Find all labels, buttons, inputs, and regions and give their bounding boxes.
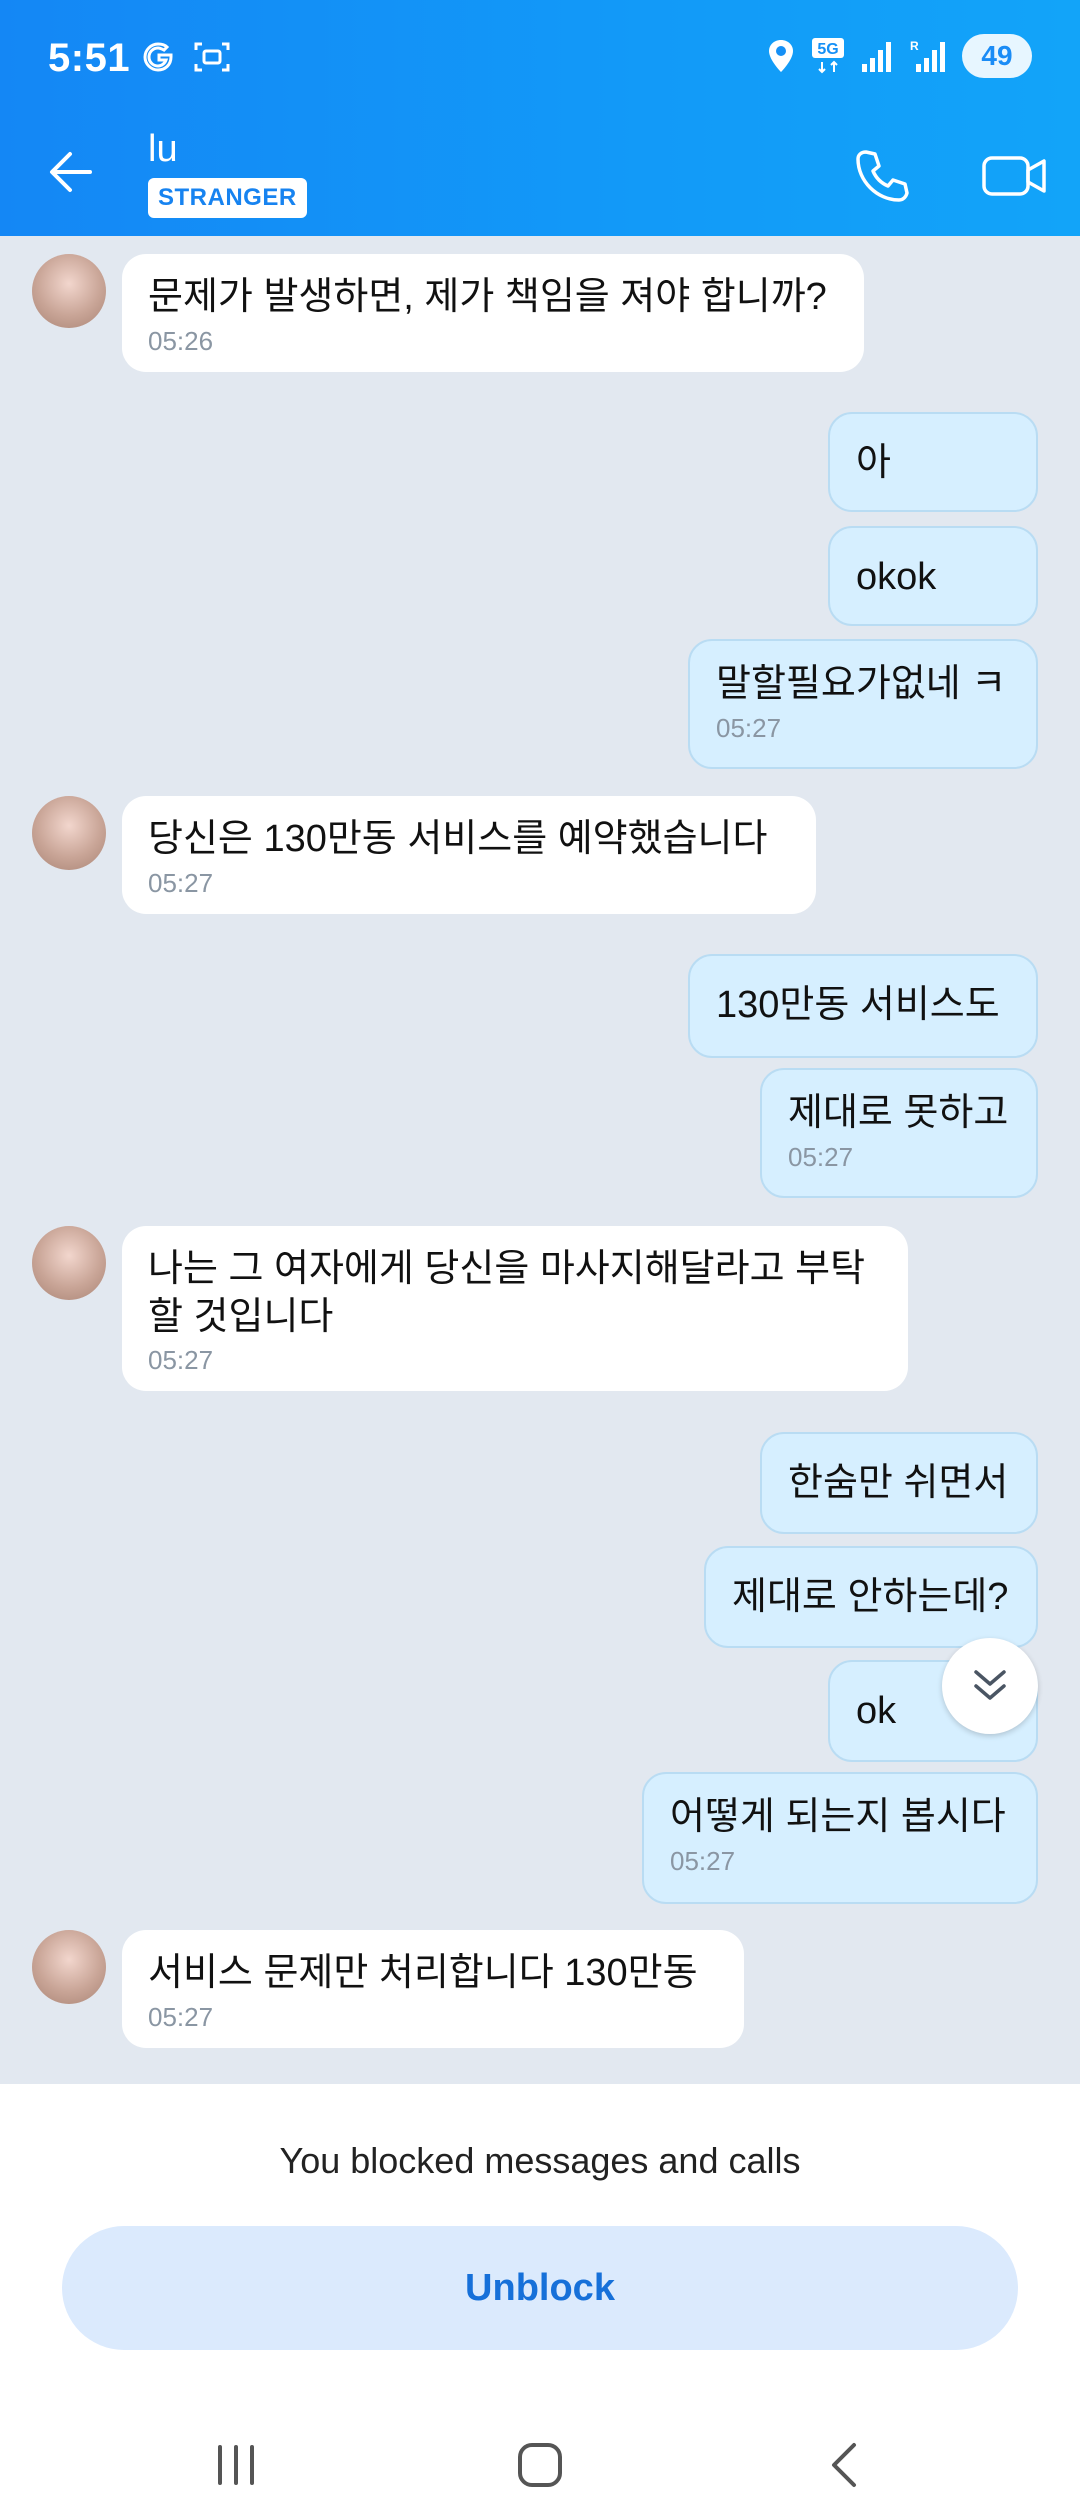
system-nav-bar xyxy=(0,2409,1080,2520)
message-text: 당신은 130만동 서비스를 예약했습니다 xyxy=(148,818,768,860)
avatar[interactable] xyxy=(32,1226,106,1300)
message-time: 05:27 xyxy=(670,1845,736,1876)
5g-icon: 5G xyxy=(812,38,844,74)
message-bubble-outgoing[interactable]: 130만동 서비스도 xyxy=(688,954,1038,1058)
message-text: 말할필요가없네 ㅋ xyxy=(716,663,1007,705)
chat-screen: 5:51 5G R 49 lu STRANGER 문제가 발생하면, 제가 책임… xyxy=(0,0,1080,2520)
message-bubble-incoming[interactable]: 문제가 발생하면, 제가 책임을 져야 합니까? 05:26 xyxy=(122,254,864,372)
chat-list[interactable]: 문제가 발생하면, 제가 책임을 져야 합니까? 05:26 아 okok 말할… xyxy=(0,236,1080,2084)
message-time: 05:27 xyxy=(788,1141,854,1172)
svg-text:5G: 5G xyxy=(817,41,838,58)
message-time: 05:27 xyxy=(148,867,214,898)
message-text: 제대로 못하고 xyxy=(788,1092,1009,1134)
message-time: 05:27 xyxy=(148,1345,214,1375)
message-text: 어떻게 되는지 봅시다 xyxy=(670,1796,1006,1838)
svg-text:R: R xyxy=(910,39,919,53)
video-camera-icon[interactable] xyxy=(980,146,1050,206)
status-time: 5:51 xyxy=(48,36,131,80)
message-text: 한숨만 쉬면서 xyxy=(788,1462,1009,1504)
contact-name[interactable]: lu xyxy=(148,128,178,171)
avatar[interactable] xyxy=(32,254,106,328)
message-bubble-outgoing[interactable]: 한숨만 쉬면서 xyxy=(760,1432,1038,1534)
back-icon[interactable] xyxy=(814,2435,874,2495)
message-text: okok xyxy=(856,556,937,598)
back-arrow-icon[interactable] xyxy=(42,142,102,202)
message-bubble-outgoing[interactable]: 제대로 안하는데? xyxy=(704,1546,1038,1648)
stranger-badge: STRANGER xyxy=(148,178,307,218)
signal-r-icon: R xyxy=(910,39,945,72)
screenshot-icon xyxy=(194,42,230,72)
message-bubble-incoming[interactable]: 나는 그 여자에게 당신을 마사지해달라고 부탁 할 것입니다 05:27 xyxy=(122,1226,908,1391)
message-text: 130만동 서비스도 xyxy=(716,984,1000,1026)
message-text: 서비스 문제만 처리합니다 130만동 xyxy=(148,1952,698,1994)
recent-apps-icon[interactable] xyxy=(206,2435,266,2495)
scroll-to-bottom-button[interactable] xyxy=(942,1638,1038,1734)
message-bubble-incoming[interactable]: 서비스 문제만 처리합니다 130만동 05:27 xyxy=(122,1930,744,2048)
avatar[interactable] xyxy=(32,796,106,870)
message-bubble-outgoing[interactable]: 제대로 못하고 05:27 xyxy=(760,1068,1038,1198)
battery-icon: 49 xyxy=(962,34,1032,78)
message-time: 05:27 xyxy=(716,712,782,743)
message-text: 나는 그 여자에게 당신을 마사지해달라고 부탁 할 것입니다 xyxy=(148,1248,866,1338)
signal-icon xyxy=(862,42,891,72)
status-right-icons: 5G R 49 xyxy=(766,34,1032,78)
unblock-button[interactable]: Unblock xyxy=(62,2226,1018,2350)
message-bubble-outgoing[interactable]: 아 xyxy=(828,412,1038,512)
message-bubble-outgoing[interactable]: okok xyxy=(828,526,1038,626)
message-text: 문제가 발생하면, 제가 책임을 져야 합니까? xyxy=(148,276,827,318)
location-icon xyxy=(769,40,793,72)
message-time: 05:27 xyxy=(148,2001,214,2032)
header: 5:51 5G R 49 lu STRANGER xyxy=(0,0,1080,236)
blocked-panel: You blocked messages and calls Unblock xyxy=(0,2084,1080,2409)
message-text: 아 xyxy=(856,442,891,484)
blocked-notice: You blocked messages and calls xyxy=(279,2140,801,2181)
status-left-icons xyxy=(140,38,232,76)
avatar[interactable] xyxy=(32,1930,106,2004)
google-icon xyxy=(143,42,173,72)
message-time: 05:26 xyxy=(148,325,214,356)
message-text: 제대로 안하는데? xyxy=(732,1576,1009,1618)
home-icon[interactable] xyxy=(510,2435,570,2495)
message-bubble-incoming[interactable]: 당신은 130만동 서비스를 예약했습니다 05:27 xyxy=(122,796,816,914)
message-bubble-outgoing[interactable]: 말할필요가없네 ㅋ 05:27 xyxy=(688,639,1038,769)
double-chevron-down-icon xyxy=(974,1670,1006,1700)
phone-icon[interactable] xyxy=(852,146,912,206)
message-bubble-outgoing[interactable]: 어떻게 되는지 봅시다 05:27 xyxy=(642,1772,1038,1904)
